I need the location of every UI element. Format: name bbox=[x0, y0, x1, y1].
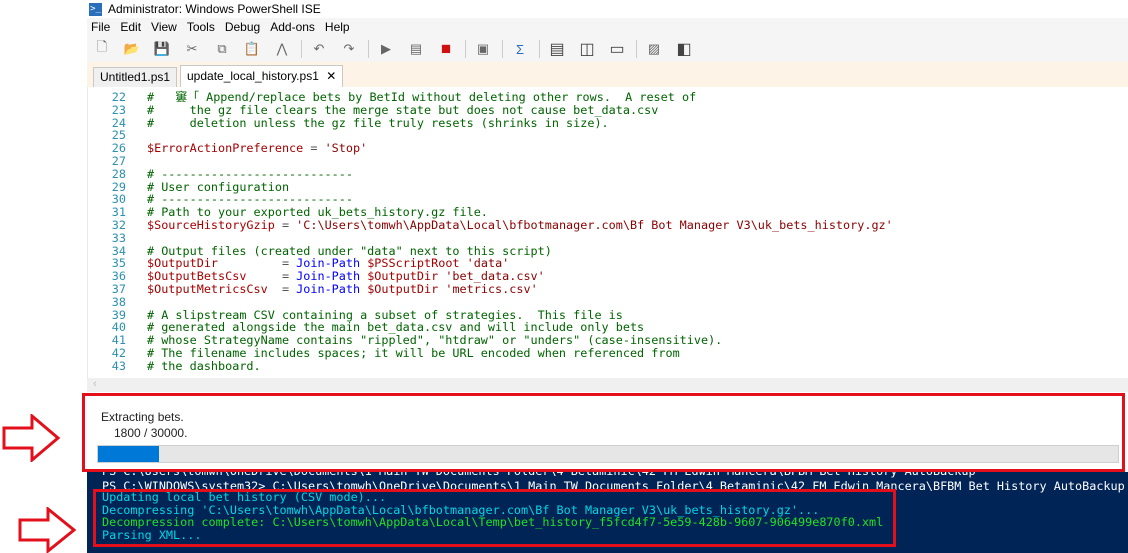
code-token: Join-Path bbox=[296, 282, 361, 296]
copy-icon[interactable]: ⧉ bbox=[211, 39, 233, 59]
close-tab-icon[interactable]: ✕ bbox=[326, 69, 336, 83]
code-token: = bbox=[274, 218, 297, 232]
run-selection-icon[interactable]: ▤ bbox=[405, 39, 427, 59]
code-token: 'Stop' bbox=[324, 141, 368, 156]
window-title: Administrator: Windows PowerShell ISE bbox=[108, 2, 321, 16]
code-line: 32 $SourceHistoryGzip = 'C:\Users\tomwh\A… bbox=[88, 219, 1128, 232]
layout-max-icon[interactable]: ▭ bbox=[606, 39, 628, 59]
menu-tools[interactable]: Tools bbox=[183, 20, 221, 34]
powershell-logo-icon: >_ bbox=[89, 2, 102, 16]
tab-update-local-history[interactable]: update_local_history.ps1 ✕ bbox=[180, 65, 344, 87]
line-number: 28 bbox=[111, 166, 126, 181]
code-line: 37 $OutputMetricsCsv = Join-Path $OutputD… bbox=[88, 283, 1128, 296]
menu-file[interactable]: File bbox=[87, 20, 116, 34]
code-token: # the dashboard. bbox=[147, 358, 261, 373]
toolbar-separator bbox=[301, 40, 302, 58]
menu-help[interactable]: Help bbox=[321, 20, 356, 34]
toolbar-separator bbox=[465, 40, 466, 58]
run-icon[interactable]: ▶ bbox=[375, 39, 397, 59]
horizontal-scrollbar[interactable]: ‹ bbox=[87, 378, 1128, 392]
title-bar: >_ Administrator: Windows PowerShell ISE bbox=[87, 0, 1128, 18]
toolbar-separator bbox=[636, 40, 637, 58]
tab-bar: Untitled1.ps1 update_local_history.ps1 ✕ bbox=[87, 62, 1128, 87]
code-text: $OutputMetricsCsv = Join-Path $OutputDir… bbox=[147, 283, 538, 296]
layout-top-icon[interactable]: ▤ bbox=[546, 39, 568, 59]
cut-icon[interactable]: ✂ bbox=[181, 39, 203, 59]
undo-icon[interactable]: ↶ bbox=[308, 39, 330, 59]
toolbar: 🗋 📂 💾 ✂ ⧉ 📋 ⋀ ↶ ↷ ▶ ▤ ■ ▣ Σ ▤ ◫ ▭ ▨ ◧ bbox=[87, 36, 1128, 62]
tab-label: update_local_history.ps1 bbox=[187, 69, 319, 83]
annotation-arrow-icon bbox=[2, 414, 61, 462]
powershell-icon[interactable]: Σ bbox=[509, 39, 531, 59]
open-icon[interactable]: 📂 bbox=[121, 39, 143, 59]
code-token: = bbox=[267, 282, 297, 296]
menu-addons[interactable]: Add-ons bbox=[266, 20, 321, 34]
toolbar-separator bbox=[539, 40, 540, 58]
show-commands-icon[interactable]: ▨ bbox=[643, 39, 665, 59]
toolbar-separator bbox=[368, 40, 369, 58]
layout-right-icon[interactable]: ◫ bbox=[576, 39, 598, 59]
new-file-icon[interactable]: 🗋 bbox=[91, 39, 113, 59]
clear-icon[interactable]: ⋀ bbox=[271, 39, 293, 59]
code-text: # deletion unless the gz file truly rese… bbox=[147, 115, 609, 130]
code-token: $ErrorActionPreference bbox=[147, 141, 304, 156]
code-text: $ErrorActionPreference = 'Stop' bbox=[147, 142, 367, 155]
code-token: = bbox=[303, 141, 325, 156]
code-token: # deletion unless the gz file truly rese… bbox=[147, 115, 609, 130]
remote-icon[interactable]: ▣ bbox=[472, 39, 494, 59]
code-token: $OutputMetricsCsv bbox=[147, 282, 268, 296]
code-line: 43 # the dashboard. bbox=[88, 358, 1128, 373]
code-line: 24 # deletion unless the gz file truly re… bbox=[88, 115, 1128, 130]
code-token: $SourceHistoryGzip bbox=[147, 218, 275, 232]
annotation-arrow-icon bbox=[18, 507, 77, 553]
annotation-highlight-box bbox=[82, 393, 1125, 472]
paste-icon[interactable]: 📋 bbox=[241, 39, 263, 59]
line-number: 38 bbox=[111, 294, 126, 309]
code-text: $SourceHistoryGzip = 'C:\Users\tomwh\App… bbox=[147, 219, 893, 232]
tab-label: Untitled1.ps1 bbox=[100, 70, 171, 84]
save-icon[interactable]: 💾 bbox=[151, 39, 173, 59]
line-number: 43 bbox=[111, 358, 126, 373]
toolbar-separator bbox=[502, 40, 503, 58]
code-line: 26 $ErrorActionPreference = 'Stop' bbox=[88, 142, 1128, 155]
redo-icon[interactable]: ↷ bbox=[338, 39, 360, 59]
code-text: # the dashboard. bbox=[147, 358, 261, 373]
menu-edit[interactable]: Edit bbox=[116, 20, 147, 34]
menu-bar: File Edit View Tools Debug Add-ons Help bbox=[87, 18, 1128, 36]
addon-pane-icon[interactable]: ◧ bbox=[673, 39, 695, 59]
line-number: 33 bbox=[111, 230, 126, 245]
script-editor[interactable]: 22 # 窶「 Append/replace bets by BetId with… bbox=[87, 87, 1128, 378]
menu-debug[interactable]: Debug bbox=[221, 20, 266, 34]
annotation-highlight-box bbox=[93, 489, 896, 547]
tab-untitled1[interactable]: Untitled1.ps1 bbox=[93, 67, 178, 87]
console-line: PS C:\Users\tomwh\OneDrive\Documents\1 M… bbox=[102, 472, 976, 478]
stop-icon[interactable]: ■ bbox=[435, 39, 457, 59]
code-token: $OutputDir bbox=[367, 282, 439, 296]
code-token: 'metrics.csv' bbox=[445, 282, 538, 296]
menu-view[interactable]: View bbox=[147, 20, 183, 34]
line-number: 23 bbox=[111, 102, 126, 117]
code-token: 'C:\Users\tomwh\AppData\Local\bfbotmanag… bbox=[296, 218, 893, 232]
